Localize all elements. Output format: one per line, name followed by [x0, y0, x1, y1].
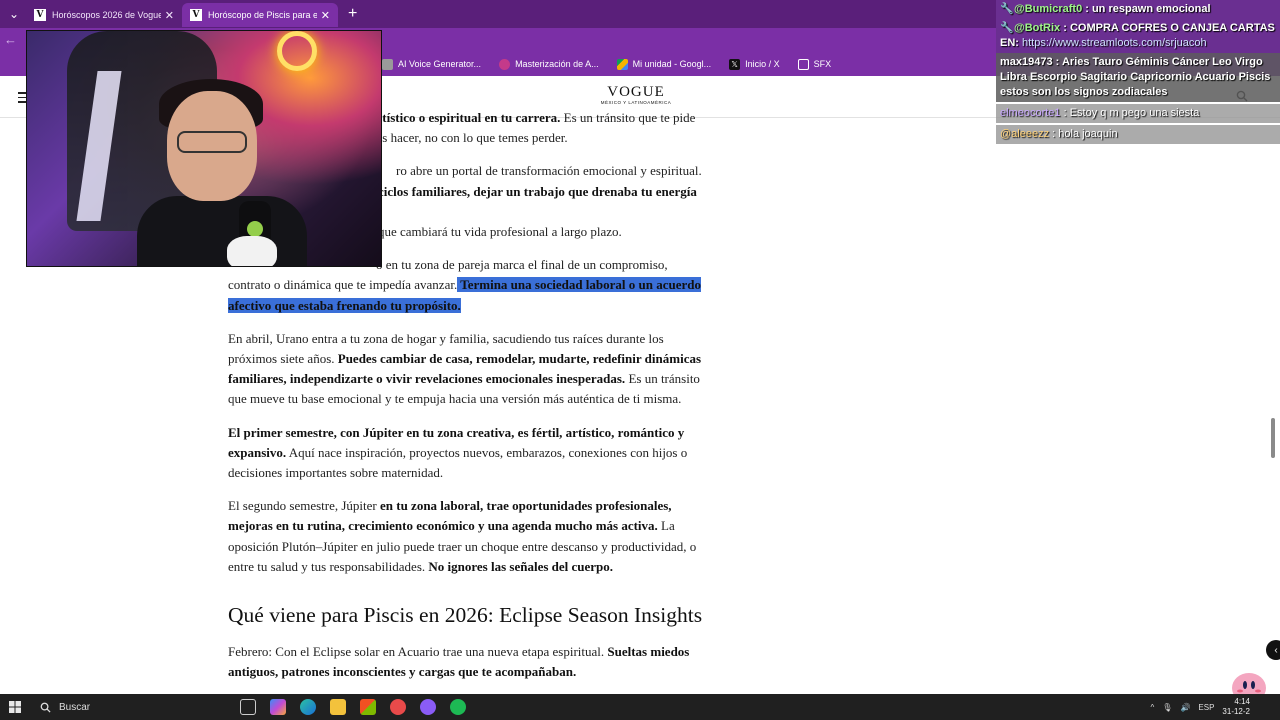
folder-icon — [797, 58, 809, 70]
store-icon[interactable] — [360, 699, 376, 715]
wrench-icon: 🔧 — [1000, 22, 1014, 34]
bookmark-google-drive[interactable]: Mi unidad - Googl... — [616, 58, 711, 70]
paragraph: El primer semestre, con Júpiter en tu zo… — [228, 424, 688, 481]
bookmark-favicon-icon — [382, 58, 393, 70]
taskbar-apps — [240, 699, 466, 715]
chat-message: 🔧@BotRix : COMPRA COFRES O CANJEA CARTAS… — [996, 19, 1280, 53]
chat-message: 🔧@Bumicraft0 : un respawn emocional — [996, 0, 1280, 19]
stream-chat-overlay: 🔧@Bumicraft0 : un respawn emocional 🔧@Bo… — [996, 0, 1280, 144]
vogue-favicon-icon: V — [34, 9, 46, 21]
section-heading: Qué viene para Piscis en 2026: Eclipse S… — [228, 603, 703, 628]
tab-title: Horóscopos 2026 de Vogue: Las p — [52, 10, 161, 20]
chat-message: max19473 : Aries Tauro Géminis Cáncer Le… — [996, 53, 1280, 102]
streamer-body — [137, 196, 307, 266]
clock[interactable]: 4:14 31-12-2 — [1222, 697, 1250, 717]
bookmark-x-home[interactable]: 𝕏 Inicio / X — [729, 58, 780, 70]
chat-message: @aleeezz : hola joaquin — [996, 125, 1280, 144]
windows-taskbar: Buscar ^ 🎙 🔊 ESP 4:14 31-12-2 — [0, 694, 1280, 720]
x-logo-icon: 𝕏 — [729, 58, 741, 70]
page-scrollbar-thumb[interactable] — [1271, 418, 1275, 458]
discord-icon[interactable] — [420, 699, 436, 715]
language-indicator[interactable]: ESP — [1198, 703, 1214, 712]
spotify-icon[interactable] — [450, 699, 466, 715]
microphone-icon[interactable]: 🎙 — [1162, 703, 1172, 712]
vogue-favicon-icon: V — [190, 9, 202, 21]
glasses — [177, 131, 247, 153]
chat-message: elmeocorte1 : Estoy q m pego una siesta — [996, 104, 1280, 123]
neon-light — [277, 31, 317, 71]
paragraph: El segundo semestre, Júpiter en tu zona … — [228, 498, 697, 574]
obs-icon[interactable] — [390, 699, 406, 715]
side-panel-arrow-icon[interactable]: ‹ — [1266, 640, 1280, 660]
google-drive-icon — [616, 58, 628, 70]
webcam-overlay — [26, 30, 382, 267]
volume-icon[interactable]: 🔊 — [1180, 703, 1190, 712]
start-button[interactable] — [0, 701, 30, 713]
search-icon — [40, 702, 51, 713]
copilot-icon[interactable] — [270, 699, 286, 715]
bookmark-favicon-icon — [499, 58, 511, 70]
taskbar-search[interactable]: Buscar — [30, 694, 230, 720]
chevron-up-icon[interactable]: ^ — [1151, 703, 1155, 712]
close-tab-icon[interactable]: ✕ — [165, 9, 174, 22]
tab-horoscopo-piscis[interactable]: V Horóscopo de Piscis para el año 2 ✕ — [182, 3, 338, 27]
screen: ⌄ V Horóscopos 2026 de Vogue: Las p ✕ V … — [0, 0, 1280, 720]
back-icon[interactable]: ← — [4, 32, 17, 47]
bookmark-masterizacion[interactable]: Masterización de A... — [499, 58, 599, 70]
plush-toy — [227, 236, 277, 266]
paragraph: Febrero: Con el Eclipse solar en Acuario… — [228, 644, 690, 680]
file-explorer-icon[interactable] — [330, 699, 346, 715]
bookmark-ai-voice[interactable]: AI Voice Generator... — [382, 58, 481, 70]
paragraph: En abril, Urano entra a tu zona de hogar… — [228, 330, 702, 407]
vogue-logo[interactable]: VOGUE MÉXICO Y LATINOAMÉRICA — [600, 85, 672, 106]
task-view-icon[interactable] — [240, 699, 256, 715]
new-tab-icon[interactable]: + — [348, 5, 357, 23]
tab-horoscopos-2026[interactable]: V Horóscopos 2026 de Vogue: Las p ✕ — [26, 3, 182, 27]
tab-title: Horóscopo de Piscis para el año 2 — [208, 10, 317, 20]
edge-browser-icon[interactable] — [300, 699, 316, 715]
tab-list-chevron-icon[interactable]: ⌄ — [2, 2, 26, 26]
wrench-icon: 🔧 — [1000, 3, 1014, 15]
windows-logo-icon — [9, 701, 21, 713]
close-tab-icon[interactable]: ✕ — [321, 9, 330, 22]
bookmark-folder-sfx[interactable]: SFX — [797, 58, 831, 70]
system-tray: ^ 🎙 🔊 ESP 4:14 31-12-2 — [1151, 694, 1250, 720]
